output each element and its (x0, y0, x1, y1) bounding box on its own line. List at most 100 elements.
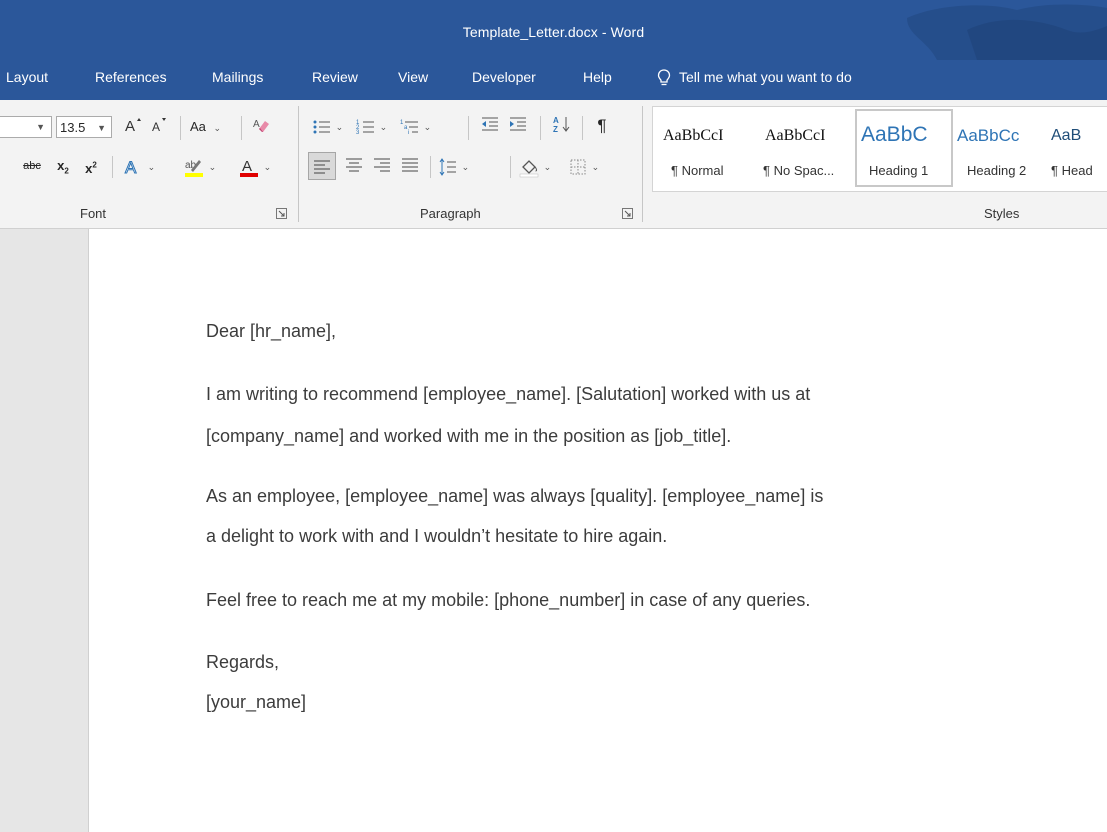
change-case-button[interactable]: Aa ⌄ (190, 115, 236, 139)
paragraph-dialog-launcher-icon[interactable] (622, 208, 633, 219)
style-heading-2[interactable]: AaBbCc Heading 2 (953, 107, 1049, 191)
multilevel-list-button[interactable]: 1 a i ⌄ (400, 114, 440, 138)
group-separator (642, 106, 643, 222)
svg-text:A: A (242, 158, 252, 175)
bullets-icon (313, 120, 330, 134)
svg-text:A: A (125, 118, 135, 135)
svg-text:3: 3 (356, 130, 360, 136)
show-formatting-marks-button[interactable]: ¶ (590, 114, 614, 138)
svg-text:A: A (152, 120, 160, 134)
style-heading-1-name: Heading 1 (869, 163, 929, 178)
change-case-dropdown-icon: ⌄ (213, 123, 222, 133)
style-heading-1[interactable]: AaBbC Heading 1 (855, 107, 953, 191)
font-group-label: Font (80, 206, 107, 221)
style-heading-1-sample: AaBbC (861, 123, 928, 146)
increase-indent-button[interactable] (506, 114, 530, 138)
title-bar: Template_Letter.docx - Word (0, 0, 1107, 60)
borders-dropdown-icon: ⌄ (591, 162, 600, 172)
letter-greeting[interactable]: Dear [hr_name], (206, 315, 336, 347)
style-normal[interactable]: AaBbCcI ¶ Normal (653, 107, 755, 191)
subscript-icon: x2 (57, 158, 69, 176)
separator (510, 156, 511, 178)
shading-dropdown-icon: ⌄ (543, 162, 552, 172)
svg-text:A: A (125, 158, 137, 177)
strikethrough-button[interactable]: abc (20, 154, 44, 178)
multilevel-dropdown-icon: ⌄ (423, 122, 432, 132)
sort-button[interactable]: A Z (550, 114, 574, 138)
line-spacing-dropdown-icon: ⌄ (461, 162, 470, 172)
borders-button[interactable]: ⌄ (568, 154, 610, 178)
tab-review[interactable]: Review (312, 60, 358, 100)
sort-icon: A Z (553, 116, 570, 134)
ribbon: ▼ 13.5 ▼ A A Aa ⌄ A abc x2 x2 A ⌄ ab ⌄ A… (0, 100, 1107, 229)
tab-developer[interactable]: Developer (472, 60, 536, 100)
style-heading-3-name: ¶ Head (1051, 163, 1093, 178)
style-heading-3[interactable]: AaB ¶ Head (1049, 107, 1107, 191)
styles-gallery: AaBbCcI ¶ Normal AaBbCcI ¶ No Spac... Aa… (652, 106, 1107, 192)
letter-closing[interactable]: Regards, (206, 646, 279, 678)
bullets-dropdown-icon: ⌄ (335, 122, 344, 132)
highlight-color-button[interactable]: ab ⌄ (183, 154, 227, 178)
separator (241, 116, 242, 140)
grow-font-icon: A (125, 118, 141, 135)
justify-button[interactable] (398, 154, 422, 178)
tab-view[interactable]: View (398, 60, 428, 100)
tab-references[interactable]: References (95, 60, 167, 100)
separator (540, 116, 541, 140)
letter-body-line[interactable]: Feel free to reach me at my mobile: [pho… (206, 584, 810, 616)
increase-indent-icon (510, 117, 526, 131)
borders-icon (570, 159, 586, 175)
style-heading-2-name: Heading 2 (967, 163, 1027, 178)
pilcrow-icon: ¶ (597, 116, 607, 135)
change-case-label: Aa (190, 119, 206, 134)
grow-font-button[interactable]: A (122, 115, 144, 139)
bullets-button[interactable]: ⌄ (312, 114, 350, 138)
line-spacing-icon (439, 157, 456, 176)
tab-help[interactable]: Help (583, 60, 612, 100)
letter-body-line[interactable]: a delight to work with and I wouldn’t he… (206, 520, 667, 552)
tab-layout[interactable]: Layout (6, 60, 48, 100)
align-center-button[interactable] (342, 154, 366, 178)
tell-me-text: Tell me what you want to do (679, 69, 852, 85)
separator (582, 116, 583, 140)
shading-button[interactable]: ⌄ (518, 154, 560, 178)
decrease-indent-button[interactable] (478, 114, 502, 138)
line-spacing-button[interactable]: ⌄ (438, 154, 482, 178)
multilevel-list-icon: 1 a i (400, 120, 418, 136)
clear-formatting-button[interactable]: A (248, 115, 274, 139)
letter-signature[interactable]: [your_name] (206, 686, 306, 718)
font-color-dropdown-icon: ⌄ (263, 162, 272, 172)
svg-text:A: A (253, 119, 260, 130)
style-no-spacing[interactable]: AaBbCcI ¶ No Spac... (755, 107, 855, 191)
tab-mailings[interactable]: Mailings (212, 60, 263, 100)
window-title: Template_Letter.docx - Word (462, 24, 645, 40)
font-color-button[interactable]: A ⌄ (238, 154, 282, 178)
font-size-box[interactable]: 13.5 ▼ (56, 116, 112, 138)
text-effects-button[interactable]: A ⌄ (122, 154, 164, 178)
svg-text:A: A (553, 116, 559, 125)
align-left-button[interactable] (308, 152, 336, 180)
svg-text:i: i (408, 130, 409, 136)
group-separator (298, 106, 299, 222)
shrink-font-button[interactable]: A (148, 115, 170, 139)
font-name-box[interactable]: ▼ (0, 116, 52, 138)
letter-body-line[interactable]: As an employee, [employee_name] was alwa… (206, 480, 823, 512)
style-no-spacing-sample: AaBbCcI (765, 127, 826, 144)
svg-text:Z: Z (553, 125, 558, 134)
numbering-button[interactable]: 1 2 3 ⌄ (356, 114, 394, 138)
font-size-value: 13.5 (60, 120, 86, 135)
letter-body-line[interactable]: [company_name] and worked with me in the… (206, 420, 731, 452)
superscript-icon: x2 (85, 161, 97, 177)
letter-body-line[interactable]: I am writing to recommend [employee_name… (206, 378, 810, 410)
font-dialog-launcher-icon[interactable] (276, 208, 287, 219)
superscript-button[interactable]: x2 (80, 154, 102, 178)
highlight-dropdown-icon: ⌄ (208, 162, 217, 172)
styles-group-label: Styles (984, 206, 1020, 221)
style-heading-2-sample: AaBbCc (957, 126, 1020, 145)
separator (180, 116, 181, 140)
subscript-button[interactable]: x2 (52, 154, 74, 178)
align-right-button[interactable] (370, 154, 394, 178)
style-heading-3-sample: AaB (1051, 127, 1082, 144)
decrease-indent-icon (482, 117, 498, 131)
font-name-dropdown-icon: ▼ (36, 122, 45, 132)
